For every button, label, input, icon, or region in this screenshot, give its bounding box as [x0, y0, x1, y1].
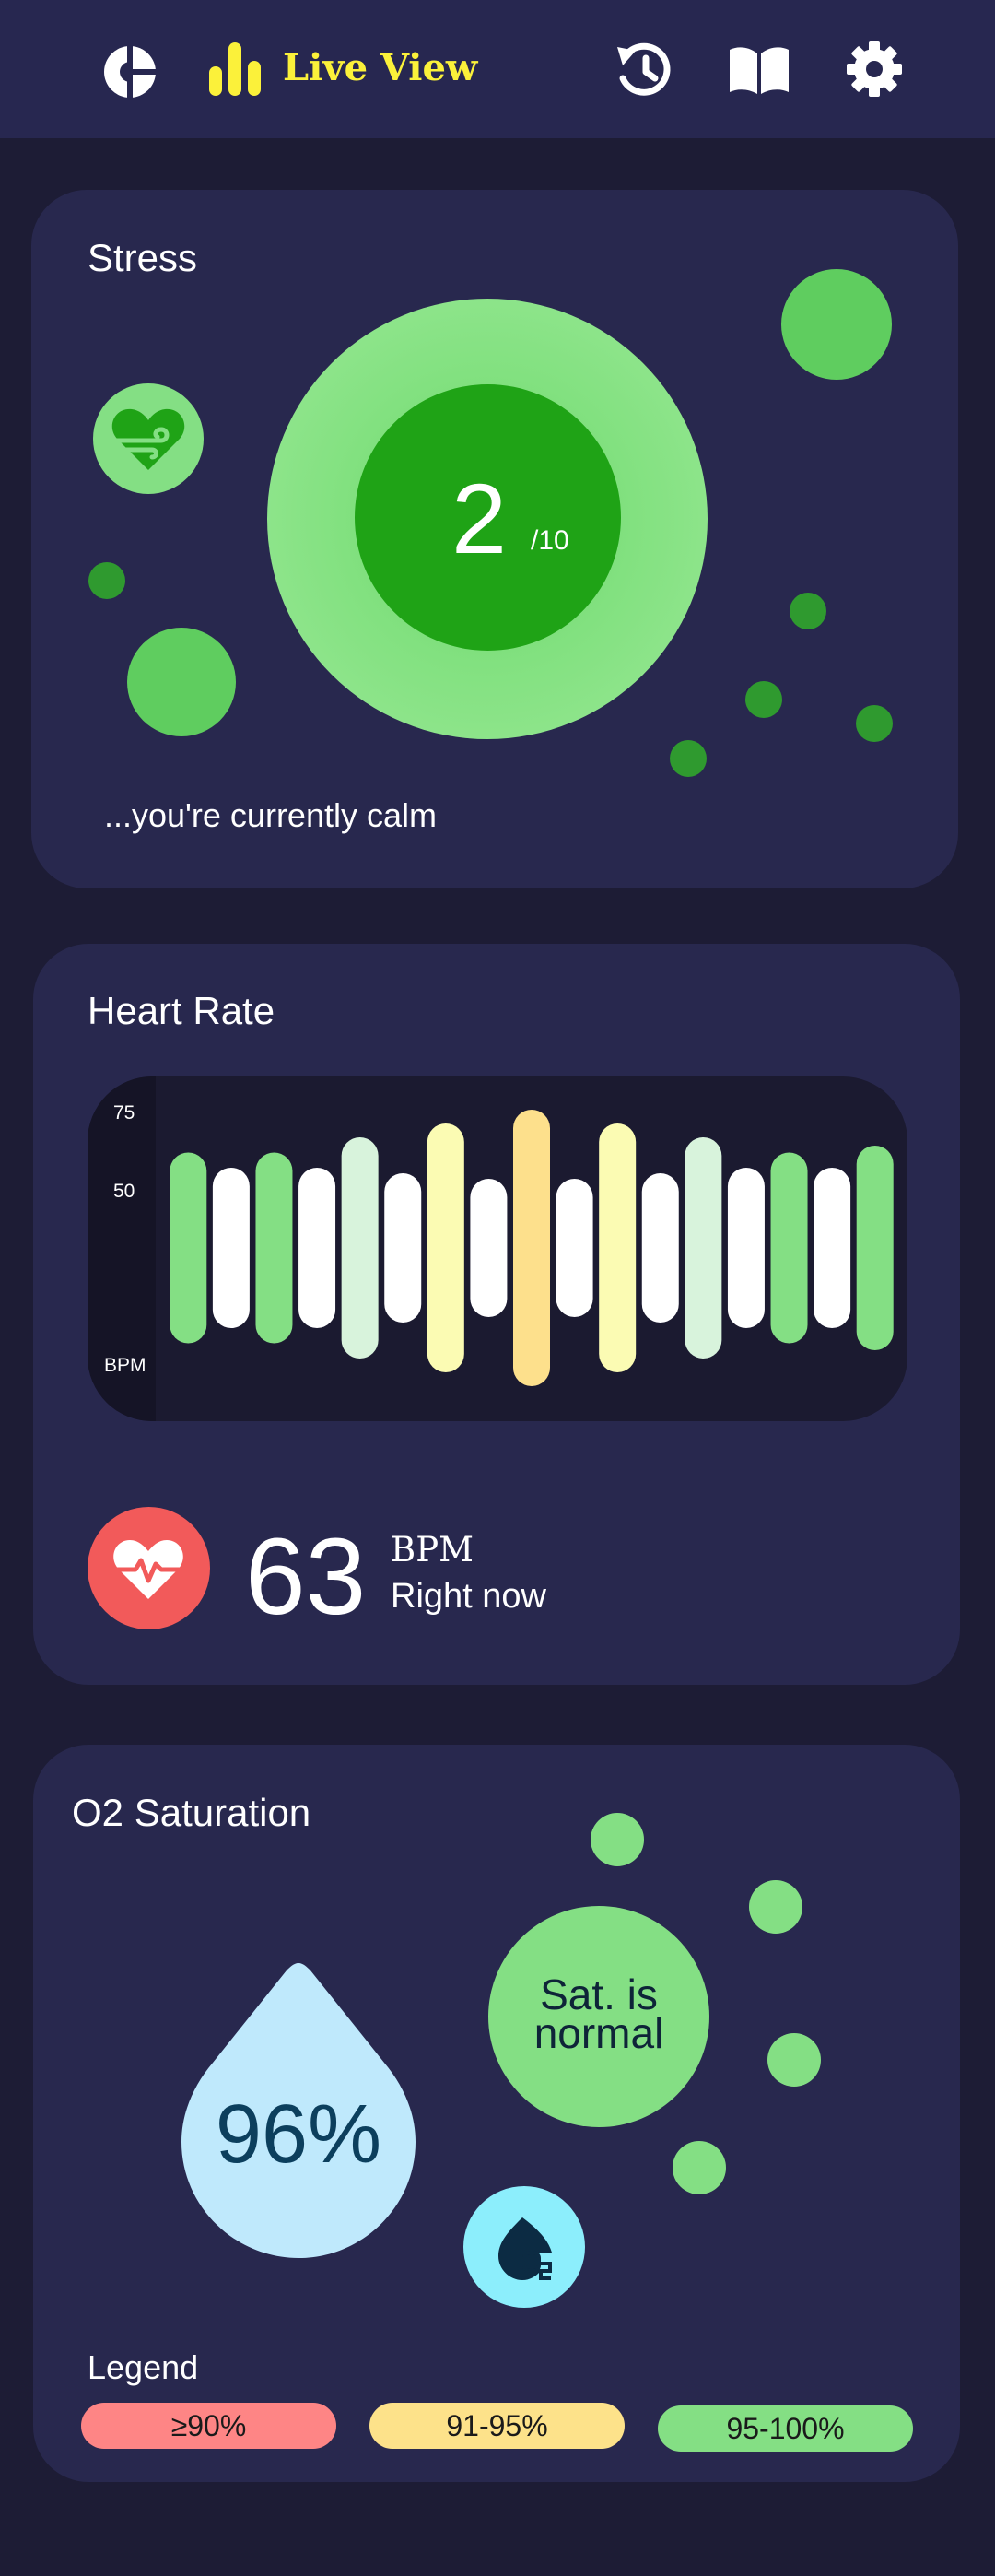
- heart-rate-unit: BPM: [391, 1530, 474, 1570]
- decor-dot: [670, 740, 707, 777]
- decor-dot: [673, 2141, 726, 2194]
- legend-mid: 91-95%: [369, 2403, 625, 2449]
- heart-rate-bar: [470, 1179, 508, 1317]
- gear-icon[interactable]: [846, 41, 903, 98]
- legend-title: Legend: [88, 2348, 199, 2386]
- heart-rate-bar: [513, 1110, 550, 1386]
- live-view-label[interactable]: Live View: [283, 46, 477, 89]
- decor-dot: [749, 1880, 802, 1934]
- heart-rate-bar: [685, 1137, 722, 1359]
- heart-rate-bar: [770, 1152, 808, 1344]
- heart-rate-title: Heart Rate: [88, 989, 275, 1032]
- book-icon[interactable]: [728, 46, 790, 96]
- o2-icon: [463, 2186, 585, 2308]
- decor-dot: [127, 628, 236, 736]
- heart-rate-bar: [298, 1168, 336, 1328]
- top-bar: Live View: [0, 0, 995, 138]
- history-icon[interactable]: [615, 41, 673, 99]
- heart-rate-bar: [556, 1179, 593, 1317]
- heart-rate-bar: [814, 1168, 851, 1328]
- y-tick-50: 50: [113, 1181, 135, 1202]
- decor-dot: [591, 1813, 644, 1866]
- heart-wind-icon: [93, 383, 204, 494]
- heart-rate-bar: [641, 1173, 679, 1323]
- heart-rate-bar: [856, 1146, 894, 1350]
- saturation-status-line-2: normal: [533, 2009, 664, 2057]
- bar-chart-icon[interactable]: [209, 42, 263, 96]
- y-tick-75: 75: [113, 1102, 135, 1123]
- decor-dot: [88, 562, 125, 599]
- decor-dot: [767, 2033, 821, 2087]
- heart-rate-bar: [599, 1123, 637, 1372]
- heart-rate-bars: [170, 1110, 894, 1386]
- heart-rate-bar: [255, 1152, 293, 1344]
- pie-chart-icon[interactable]: [102, 44, 158, 100]
- saturation-status: Sat. is normal: [488, 1970, 709, 2057]
- stress-message: ...you're currently calm: [104, 796, 437, 834]
- heart-rate-bar: [427, 1123, 464, 1372]
- saturation-status-line-1: Sat. is: [540, 1970, 658, 2018]
- legend-high: 95-100%: [658, 2405, 913, 2452]
- decor-dot: [856, 705, 893, 742]
- o2-saturation-title: O2 Saturation: [72, 1791, 311, 1834]
- heart-rate-value: 63: [245, 1516, 367, 1638]
- heart-icon: [112, 1540, 186, 1599]
- stress-max-label: /10: [531, 525, 569, 556]
- heart-rate-subtitle: Right now: [391, 1577, 546, 1616]
- heart-rate-bar: [212, 1168, 250, 1328]
- legend-low: ≥90%: [81, 2403, 336, 2449]
- heart-rate-bar: [341, 1137, 379, 1359]
- decor-dot: [745, 681, 782, 718]
- decor-dot: [781, 269, 892, 380]
- heart-rate-chart: 75 50 BPM: [88, 1076, 907, 1421]
- oxygen-drop-icon: [498, 2217, 552, 2280]
- y-axis-unit: BPM: [104, 1355, 146, 1376]
- stress-title: Stress: [88, 236, 198, 279]
- heart-rate-bar: [384, 1173, 422, 1323]
- heart-rate-bar: [727, 1168, 765, 1328]
- heart-rate-bar: [170, 1152, 207, 1344]
- heart-pulse-icon: [88, 1507, 210, 1629]
- stress-value: 2: [451, 463, 508, 574]
- o2-value: 96%: [215, 2088, 382, 2181]
- decor-dot: [790, 593, 826, 629]
